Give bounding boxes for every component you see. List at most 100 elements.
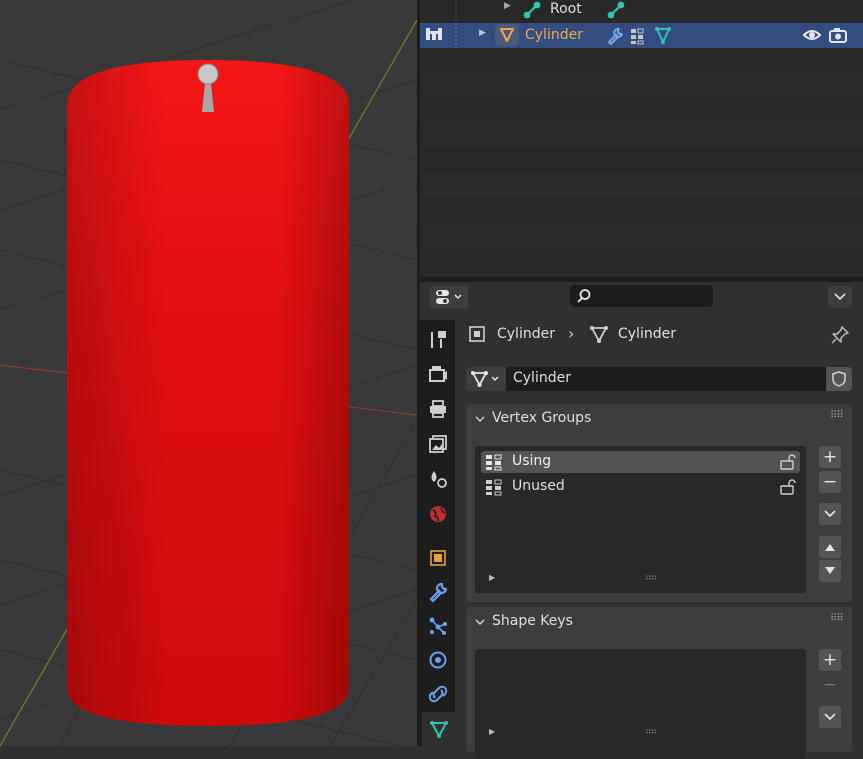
cylinder-object[interactable]	[67, 60, 349, 726]
wrench-icon[interactable]	[605, 26, 625, 46]
mesh-data-icon[interactable]	[653, 25, 673, 45]
outliner-row-cylinder[interactable]: ▶ Cylinder	[420, 23, 863, 48]
shape-keys-panel: Shape Keys ⠿⠿ ▶ ⠶⠶ + −	[466, 607, 852, 759]
scene-icon	[431, 471, 447, 488]
viewport-canvas[interactable]	[0, 0, 417, 746]
list-item[interactable]: Using	[481, 451, 800, 473]
properties-tabs	[420, 320, 455, 746]
shape-keys-header[interactable]: Shape Keys ⠿⠿	[466, 607, 852, 637]
tool-icon	[431, 331, 446, 348]
editor-type-button[interactable]	[430, 285, 468, 309]
chevron-down-icon	[475, 416, 485, 423]
tree-line	[455, 0, 457, 22]
bone-data-icon[interactable]	[607, 1, 625, 19]
view-layer-icon	[429, 435, 447, 453]
outliner-row-root[interactable]: ▶ Root	[420, 0, 863, 23]
plus-icon: +	[822, 447, 838, 467]
move-up-button[interactable]	[819, 536, 841, 558]
options-dropdown-button[interactable]	[828, 286, 852, 308]
tab-view-layer[interactable]	[424, 430, 452, 458]
vertex-groups-list[interactable]: Using Unused ▶ ⠶⠶	[475, 446, 806, 593]
vertex-groups-icon	[486, 479, 502, 496]
triangle-up-icon	[825, 544, 835, 551]
mesh-data-icon	[590, 326, 608, 343]
tab-physics[interactable]	[424, 646, 452, 674]
breadcrumb-separator-icon: ›	[568, 324, 575, 343]
camera-icon[interactable]	[828, 26, 848, 44]
expand-arrow-icon[interactable]: ▶	[504, 1, 511, 11]
tab-object[interactable]	[424, 544, 452, 572]
filter-expand-icon[interactable]: ▶	[489, 573, 495, 582]
mesh-name-field[interactable]: Cylinder	[506, 367, 826, 391]
tree-line	[455, 23, 457, 48]
chevron-down-icon	[824, 510, 836, 518]
vertex-groups-icon	[486, 454, 502, 471]
shape-keys-list[interactable]: ▶ ⠶⠶	[475, 649, 806, 759]
tab-scene[interactable]	[424, 465, 452, 493]
breadcrumb-data: Cylinder	[618, 326, 676, 342]
shield-icon	[832, 371, 846, 387]
object-icon	[430, 550, 446, 566]
add-vertex-group-button[interactable]: +	[819, 446, 841, 468]
object-icon	[469, 326, 485, 342]
search-icon	[577, 289, 591, 303]
panel-title: Vertex Groups	[492, 410, 592, 426]
vertex-groups-panel: Vertex Groups ⠿⠿ Using Unused ▶ ⠶⠶ + −	[466, 404, 852, 602]
output-icon	[430, 400, 446, 418]
render-icon	[429, 366, 447, 382]
properties-editor: Cylinder › Cylinder Cylinder Vertex Grou…	[420, 282, 863, 759]
breadcrumb-object: Cylinder	[497, 326, 555, 342]
mesh-browse-button[interactable]	[466, 367, 506, 391]
filter-expand-icon[interactable]: ▶	[489, 727, 495, 736]
add-shape-key-button[interactable]: +	[819, 649, 841, 671]
move-down-button[interactable]	[819, 560, 841, 582]
list-resize-handle-icon[interactable]: ⠶⠶	[645, 573, 657, 583]
list-item-label: Unused	[512, 478, 565, 494]
shape-key-specials-button[interactable]	[819, 706, 841, 728]
mesh-data-icon	[429, 721, 448, 738]
tab-world[interactable]	[424, 500, 452, 528]
tab-particles[interactable]	[424, 612, 452, 640]
bone-icon	[523, 1, 541, 19]
expand-arrow-icon[interactable]: ▶	[479, 28, 486, 38]
world-icon	[430, 506, 446, 522]
vertex-group-specials-button[interactable]	[819, 503, 841, 525]
tab-render[interactable]	[424, 360, 452, 388]
tab-data[interactable]	[422, 712, 455, 746]
tab-constraints[interactable]	[424, 680, 452, 708]
unlock-icon[interactable]	[779, 454, 797, 471]
outliner[interactable]: ▶ Root ▶ Cylinder	[420, 0, 863, 277]
unlock-icon[interactable]	[779, 479, 797, 496]
vertex-groups-header[interactable]: Vertex Groups ⠿⠿	[466, 404, 852, 434]
list-item[interactable]: Unused	[481, 476, 800, 498]
tab-modifiers[interactable]	[424, 578, 452, 606]
tab-output[interactable]	[424, 395, 452, 423]
eye-icon[interactable]	[802, 26, 822, 44]
plus-icon: +	[822, 650, 838, 670]
armature-modifier-icon[interactable]	[423, 25, 445, 45]
search-input[interactable]	[570, 285, 713, 307]
object-mesh-icon[interactable]	[495, 24, 519, 46]
particles-icon	[429, 617, 447, 635]
drag-handle-icon[interactable]: ⠿⠿	[830, 613, 844, 624]
drag-handle-icon[interactable]: ⠿⠿	[830, 410, 844, 421]
panel-title: Shape Keys	[492, 613, 573, 629]
wrench-icon	[429, 582, 448, 603]
fake-user-button[interactable]	[826, 367, 852, 391]
list-item-label: Using	[512, 453, 552, 469]
remove-shape-key-button[interactable]: −	[819, 674, 841, 696]
tab-tool[interactable]	[424, 326, 452, 354]
vertex-groups-icon[interactable]	[629, 26, 649, 46]
pin-icon[interactable]	[830, 325, 850, 345]
physics-icon	[429, 651, 447, 669]
3d-viewport[interactable]	[0, 0, 417, 746]
outliner-item-label: Root	[550, 1, 582, 17]
constraints-icon	[428, 685, 448, 703]
mesh-name-value: Cylinder	[513, 370, 571, 386]
remove-vertex-group-button[interactable]: −	[819, 471, 841, 493]
chevron-down-icon	[824, 713, 836, 721]
list-resize-handle-icon[interactable]: ⠶⠶	[645, 727, 657, 737]
outliner-item-label: Cylinder	[525, 27, 583, 43]
mesh-data-icon	[471, 371, 499, 387]
triangle-down-icon	[825, 567, 835, 574]
